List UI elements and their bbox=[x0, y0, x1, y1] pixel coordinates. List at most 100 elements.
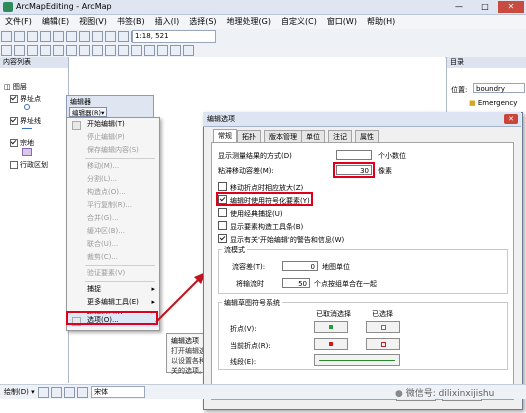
menu-item-construct-points: 构造点(O)... bbox=[87, 188, 126, 196]
checkbox[interactable] bbox=[218, 182, 227, 191]
print-icon[interactable] bbox=[40, 31, 51, 42]
map-scale-input[interactable]: 1:18, 521 bbox=[132, 30, 216, 43]
menu-file[interactable]: 文件(F) bbox=[0, 15, 37, 27]
rotate-icon[interactable] bbox=[50, 387, 62, 398]
open-icon[interactable] bbox=[14, 31, 25, 42]
toc-layer-item[interactable]: 行政区划 bbox=[10, 160, 48, 170]
minimize-icon[interactable]: — bbox=[446, 1, 472, 13]
forward-icon[interactable] bbox=[92, 45, 103, 56]
display-precision-label: 显示测量结果的方式(D) bbox=[218, 152, 292, 160]
vertex-unselected-symbol-button[interactable] bbox=[314, 321, 348, 333]
menu-insert[interactable]: 插入(I) bbox=[150, 15, 185, 27]
identify-icon[interactable] bbox=[144, 45, 155, 56]
stream-tolerance-unit: 地图单位 bbox=[322, 263, 350, 271]
checkbox[interactable] bbox=[218, 234, 227, 243]
line-symbol-button[interactable] bbox=[314, 354, 400, 366]
toc-layer-item[interactable]: 宗地 bbox=[10, 138, 34, 148]
undo-icon[interactable] bbox=[105, 31, 116, 42]
current-vertex-unselected-symbol-button[interactable] bbox=[314, 338, 348, 350]
sketch-current-vertex-label: 当前折点(R): bbox=[230, 342, 271, 350]
maximize-icon[interactable]: □ bbox=[472, 1, 498, 13]
menu-item-start-editing[interactable]: 开始编辑(T) bbox=[67, 118, 159, 131]
redo-icon[interactable] bbox=[118, 31, 129, 42]
catalog-item[interactable]: ■ Emergency bbox=[469, 99, 517, 107]
copy-icon[interactable] bbox=[66, 31, 77, 42]
dialog-title: 编辑选项 bbox=[207, 115, 235, 123]
pan-icon[interactable] bbox=[27, 45, 38, 56]
toc-layer-item[interactable]: 界址线 bbox=[10, 116, 41, 126]
catalog-location-input[interactable]: boundry bbox=[473, 83, 525, 93]
check-classic-snapping[interactable]: 使用经典捕捉(U) bbox=[218, 208, 283, 219]
menu-item-union: 联合(U)... bbox=[87, 240, 119, 248]
line-sample-icon bbox=[319, 360, 395, 361]
zoom-out-icon[interactable] bbox=[14, 45, 25, 56]
select-elements-icon[interactable] bbox=[131, 45, 142, 56]
menu-geoprocessing[interactable]: 地理处理(G) bbox=[222, 15, 276, 27]
tab-general[interactable]: 常规 bbox=[213, 129, 237, 142]
menu-separator bbox=[85, 265, 155, 266]
menu-windows[interactable]: 窗口(W) bbox=[322, 15, 362, 27]
save-icon[interactable] bbox=[27, 31, 38, 42]
catalog-title: 目录 bbox=[447, 57, 526, 68]
vertex-selected-symbol-button[interactable] bbox=[366, 321, 400, 333]
draw-menu-button[interactable]: 绘制(D) ▾ bbox=[0, 388, 35, 396]
font-select[interactable]: 宋体 bbox=[91, 386, 146, 398]
point-symbol-icon bbox=[24, 104, 30, 110]
tab-units[interactable]: 单位 bbox=[301, 130, 325, 142]
clear-selection-icon[interactable] bbox=[118, 45, 129, 56]
full-extent-icon[interactable] bbox=[40, 45, 51, 56]
measure-icon[interactable] bbox=[170, 45, 181, 56]
toc-root[interactable]: ◫ 图层 bbox=[4, 82, 27, 92]
sticky-move-label: 粘滞移动容差(M): bbox=[218, 167, 274, 175]
select-features-icon[interactable] bbox=[105, 45, 116, 56]
symbolized-features-highlight-box bbox=[216, 192, 313, 206]
menu-customize[interactable]: 自定义(C) bbox=[276, 15, 322, 27]
select-element-icon[interactable] bbox=[37, 387, 49, 398]
checkbox[interactable] bbox=[218, 208, 227, 217]
editor-dropdown-button[interactable]: 编辑器(R)▾ bbox=[69, 107, 107, 117]
hyperlink-icon[interactable] bbox=[183, 45, 194, 56]
tab-versioning[interactable]: 版本管理 bbox=[264, 130, 302, 142]
current-vertex-selected-symbol-button[interactable] bbox=[366, 338, 400, 350]
menu-item-more-tools[interactable]: 更多编辑工具(E) ▸ bbox=[67, 296, 159, 309]
checkbox[interactable] bbox=[218, 221, 227, 230]
stream-group-input[interactable]: 50 bbox=[282, 278, 310, 288]
editor-toolbar: 编辑器 编辑器(R)▾ bbox=[66, 95, 154, 119]
menu-help[interactable]: 帮助(H) bbox=[362, 15, 400, 27]
tab-topology[interactable]: 拓扑 bbox=[237, 130, 261, 142]
dialog-close-icon[interactable]: ✕ bbox=[504, 114, 518, 124]
menu-item-snapping[interactable]: 捕捉 ▸ bbox=[67, 283, 159, 296]
text-icon[interactable] bbox=[76, 387, 88, 398]
close-icon[interactable]: ✕ bbox=[498, 1, 524, 13]
fixed-zoom-out-icon[interactable] bbox=[66, 45, 77, 56]
menu-selection[interactable]: 选择(S) bbox=[184, 15, 221, 27]
menu-bookmarks[interactable]: 书签(B) bbox=[112, 15, 150, 27]
tab-attributes[interactable]: 属性 bbox=[355, 130, 379, 142]
layer-checkbox[interactable] bbox=[10, 117, 18, 125]
arcmap-app-icon bbox=[3, 2, 13, 12]
menu-item-stop-editing: 停止编辑(P) bbox=[87, 133, 125, 141]
check-start-editing-warnings[interactable]: 显示有关'开始编辑'的警告和信息(W) bbox=[218, 234, 344, 245]
find-icon[interactable] bbox=[157, 45, 168, 56]
paste-icon[interactable] bbox=[79, 31, 90, 42]
tab-annotation[interactable]: 注记 bbox=[328, 130, 352, 142]
back-icon[interactable] bbox=[79, 45, 90, 56]
layer-checkbox[interactable] bbox=[10, 161, 18, 169]
display-precision-input[interactable] bbox=[336, 150, 372, 160]
menu-edit[interactable]: 编辑(E) bbox=[37, 15, 74, 27]
wechat-icon: ● bbox=[395, 389, 403, 399]
cut-icon[interactable] bbox=[53, 31, 64, 42]
dialog-title-bar: 编辑选项 bbox=[203, 112, 521, 127]
toc-layer-item[interactable]: 界址点 bbox=[10, 94, 41, 104]
delete-icon[interactable] bbox=[92, 31, 103, 42]
zoom-in-icon[interactable] bbox=[1, 45, 12, 56]
fixed-zoom-in-icon[interactable] bbox=[53, 45, 64, 56]
check-construction-toolbar[interactable]: 显示要素构造工具条(B) bbox=[218, 221, 303, 232]
table-of-contents bbox=[0, 57, 69, 383]
new-document-icon[interactable] bbox=[1, 31, 12, 42]
stream-tolerance-input[interactable]: 0 bbox=[282, 261, 318, 271]
menu-view[interactable]: 视图(V) bbox=[74, 15, 112, 27]
layer-checkbox[interactable] bbox=[10, 95, 18, 103]
rectangle-icon[interactable] bbox=[63, 387, 75, 398]
layer-checkbox[interactable] bbox=[10, 139, 18, 147]
